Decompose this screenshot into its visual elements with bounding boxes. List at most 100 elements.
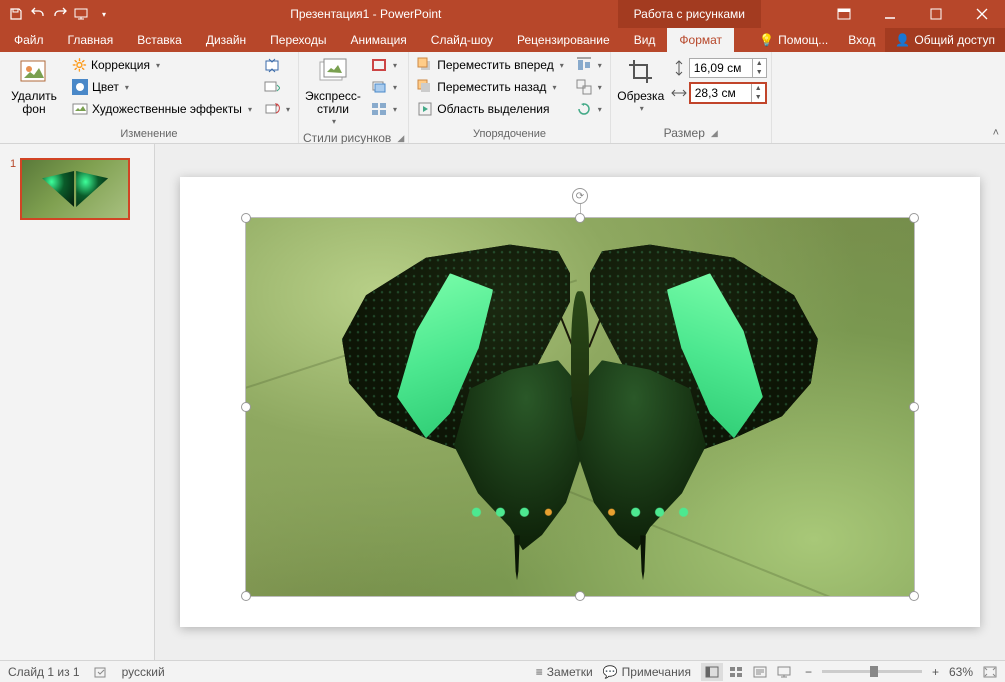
ribbon-display-button[interactable] bbox=[821, 0, 867, 28]
color-button[interactable]: Цвет▾ bbox=[68, 76, 256, 98]
normal-view-button[interactable] bbox=[701, 663, 723, 681]
align-button[interactable]: ▾ bbox=[572, 54, 606, 76]
maximize-button[interactable] bbox=[913, 0, 959, 28]
styles-icon bbox=[317, 56, 349, 88]
zoom-slider[interactable] bbox=[822, 670, 922, 673]
chevron-down-icon: ▾ bbox=[393, 61, 397, 70]
chevron-down-icon: ▾ bbox=[248, 105, 252, 114]
language-button[interactable]: русский bbox=[122, 665, 165, 679]
tab-insert[interactable]: Вставка bbox=[125, 28, 194, 52]
picture-border-button[interactable]: ▾ bbox=[367, 54, 401, 76]
tab-animations[interactable]: Анимация bbox=[338, 28, 418, 52]
zoom-level[interactable]: 63% bbox=[949, 665, 973, 679]
spellcheck-button[interactable] bbox=[94, 665, 108, 679]
slide-thumbnail-panel[interactable]: 1 bbox=[0, 144, 155, 660]
chevron-down-icon: ▾ bbox=[598, 105, 602, 114]
window-controls bbox=[821, 0, 1005, 28]
start-slideshow-button[interactable] bbox=[72, 4, 92, 24]
resize-handle-mr[interactable] bbox=[909, 402, 919, 412]
spin-down[interactable]: ▼ bbox=[752, 93, 765, 102]
tab-design[interactable]: Дизайн bbox=[194, 28, 258, 52]
slide-editor[interactable]: ⟳ bbox=[155, 144, 1005, 660]
resize-handle-br[interactable] bbox=[909, 591, 919, 601]
selection-pane-icon bbox=[417, 101, 433, 117]
slide-canvas[interactable]: ⟳ bbox=[180, 177, 980, 627]
slideshow-view-button[interactable] bbox=[773, 663, 795, 681]
bulb-icon: 💡 bbox=[759, 33, 774, 47]
close-button[interactable] bbox=[959, 0, 1005, 28]
tab-home[interactable]: Главная bbox=[56, 28, 126, 52]
redo-button[interactable] bbox=[50, 4, 70, 24]
minimize-button[interactable] bbox=[867, 0, 913, 28]
group-objects-button[interactable]: ▾ bbox=[572, 76, 606, 98]
picture-effects-button[interactable]: ▾ bbox=[367, 76, 401, 98]
resize-handle-tm[interactable] bbox=[575, 213, 585, 223]
sign-in-button[interactable]: Вход bbox=[838, 28, 885, 52]
height-input[interactable]: 16,09 см ▲▼ bbox=[689, 58, 767, 78]
rotation-handle[interactable]: ⟳ bbox=[572, 188, 588, 204]
resize-handle-tl[interactable] bbox=[241, 213, 251, 223]
resize-handle-tr[interactable] bbox=[909, 213, 919, 223]
chevron-down-icon: ▾ bbox=[598, 83, 602, 92]
remove-background-button[interactable]: Удалить фон bbox=[4, 54, 64, 118]
tab-review[interactable]: Рецензирование bbox=[505, 28, 622, 52]
chevron-down-icon: ▾ bbox=[393, 105, 397, 114]
send-backward-button[interactable]: Переместить назад▾ bbox=[413, 76, 568, 98]
group-label-size: Размер bbox=[664, 126, 705, 140]
chevron-down-icon: ▾ bbox=[640, 105, 644, 114]
resize-handle-bl[interactable] bbox=[241, 591, 251, 601]
crop-button[interactable]: Обрезка▾ bbox=[615, 54, 667, 116]
spin-up[interactable]: ▲ bbox=[752, 84, 765, 93]
tab-file[interactable]: Файл bbox=[2, 28, 56, 52]
artistic-effects-button[interactable]: Художественные эффекты▾ bbox=[68, 98, 256, 120]
title-bar: ▾ Презентация1 - PowerPoint Работа с рис… bbox=[0, 0, 1005, 28]
compress-icon bbox=[264, 57, 280, 73]
crop-icon bbox=[625, 56, 657, 88]
selected-picture[interactable]: ⟳ bbox=[245, 217, 915, 597]
thumbnail-1[interactable]: 1 bbox=[10, 158, 144, 220]
bring-forward-button[interactable]: Переместить вперед▾ bbox=[413, 54, 568, 76]
chevron-down-icon: ▾ bbox=[552, 83, 556, 92]
notes-button[interactable]: ≡ Заметки bbox=[536, 665, 593, 679]
resize-handle-bm[interactable] bbox=[575, 591, 585, 601]
save-button[interactable] bbox=[6, 4, 26, 24]
zoom-in-button[interactable]: + bbox=[932, 665, 939, 679]
comments-button[interactable]: 💬 Примечания bbox=[603, 665, 691, 679]
width-input[interactable]: 28,3 см ▲▼ bbox=[689, 82, 767, 104]
share-button[interactable]: 👤Общий доступ bbox=[885, 28, 1005, 52]
undo-button[interactable] bbox=[28, 4, 48, 24]
corrections-button[interactable]: 🔆Коррекция▾ bbox=[68, 54, 256, 76]
picture-layout-button[interactable]: ▾ bbox=[367, 98, 401, 120]
reading-view-button[interactable] bbox=[749, 663, 771, 681]
compress-pictures-button[interactable] bbox=[260, 54, 294, 76]
slide-thumbnail[interactable] bbox=[20, 158, 130, 220]
quick-access-toolbar: ▾ bbox=[0, 0, 114, 28]
qat-customize-button[interactable]: ▾ bbox=[94, 4, 114, 24]
dialog-launcher-styles[interactable]: ◢ bbox=[397, 133, 404, 144]
selection-pane-button[interactable]: Область выделения bbox=[413, 98, 568, 120]
chevron-down-icon: ▾ bbox=[598, 61, 602, 70]
tab-transitions[interactable]: Переходы bbox=[258, 28, 338, 52]
spin-down[interactable]: ▼ bbox=[753, 68, 766, 77]
resize-handle-ml[interactable] bbox=[241, 402, 251, 412]
sorter-view-button[interactable] bbox=[725, 663, 747, 681]
fit-to-window-button[interactable] bbox=[983, 666, 997, 678]
tab-view[interactable]: Вид bbox=[622, 28, 668, 52]
dialog-launcher-size[interactable]: ◢ bbox=[711, 128, 718, 139]
rotate-icon bbox=[576, 101, 592, 117]
rotate-button[interactable]: ▾ bbox=[572, 98, 606, 120]
tell-me-button[interactable]: 💡Помощ... bbox=[749, 28, 838, 52]
tab-slideshow[interactable]: Слайд-шоу bbox=[419, 28, 505, 52]
reset-picture-button[interactable]: ▾ bbox=[260, 98, 294, 120]
change-picture-button[interactable] bbox=[260, 76, 294, 98]
spin-up[interactable]: ▲ bbox=[753, 59, 766, 68]
zoom-out-button[interactable]: − bbox=[805, 665, 812, 679]
picture-styles-button[interactable]: Экспресс-стили▾ bbox=[303, 54, 363, 129]
layout-icon bbox=[371, 101, 387, 117]
collapse-ribbon-button[interactable]: ˄ bbox=[993, 127, 999, 139]
chevron-down-icon: ▾ bbox=[156, 61, 160, 70]
corrections-icon: 🔆 bbox=[72, 58, 87, 72]
document-title: Презентация1 - PowerPoint bbox=[114, 7, 618, 21]
slide-counter[interactable]: Слайд 1 из 1 bbox=[8, 665, 80, 679]
tab-format[interactable]: Формат bbox=[667, 28, 734, 52]
